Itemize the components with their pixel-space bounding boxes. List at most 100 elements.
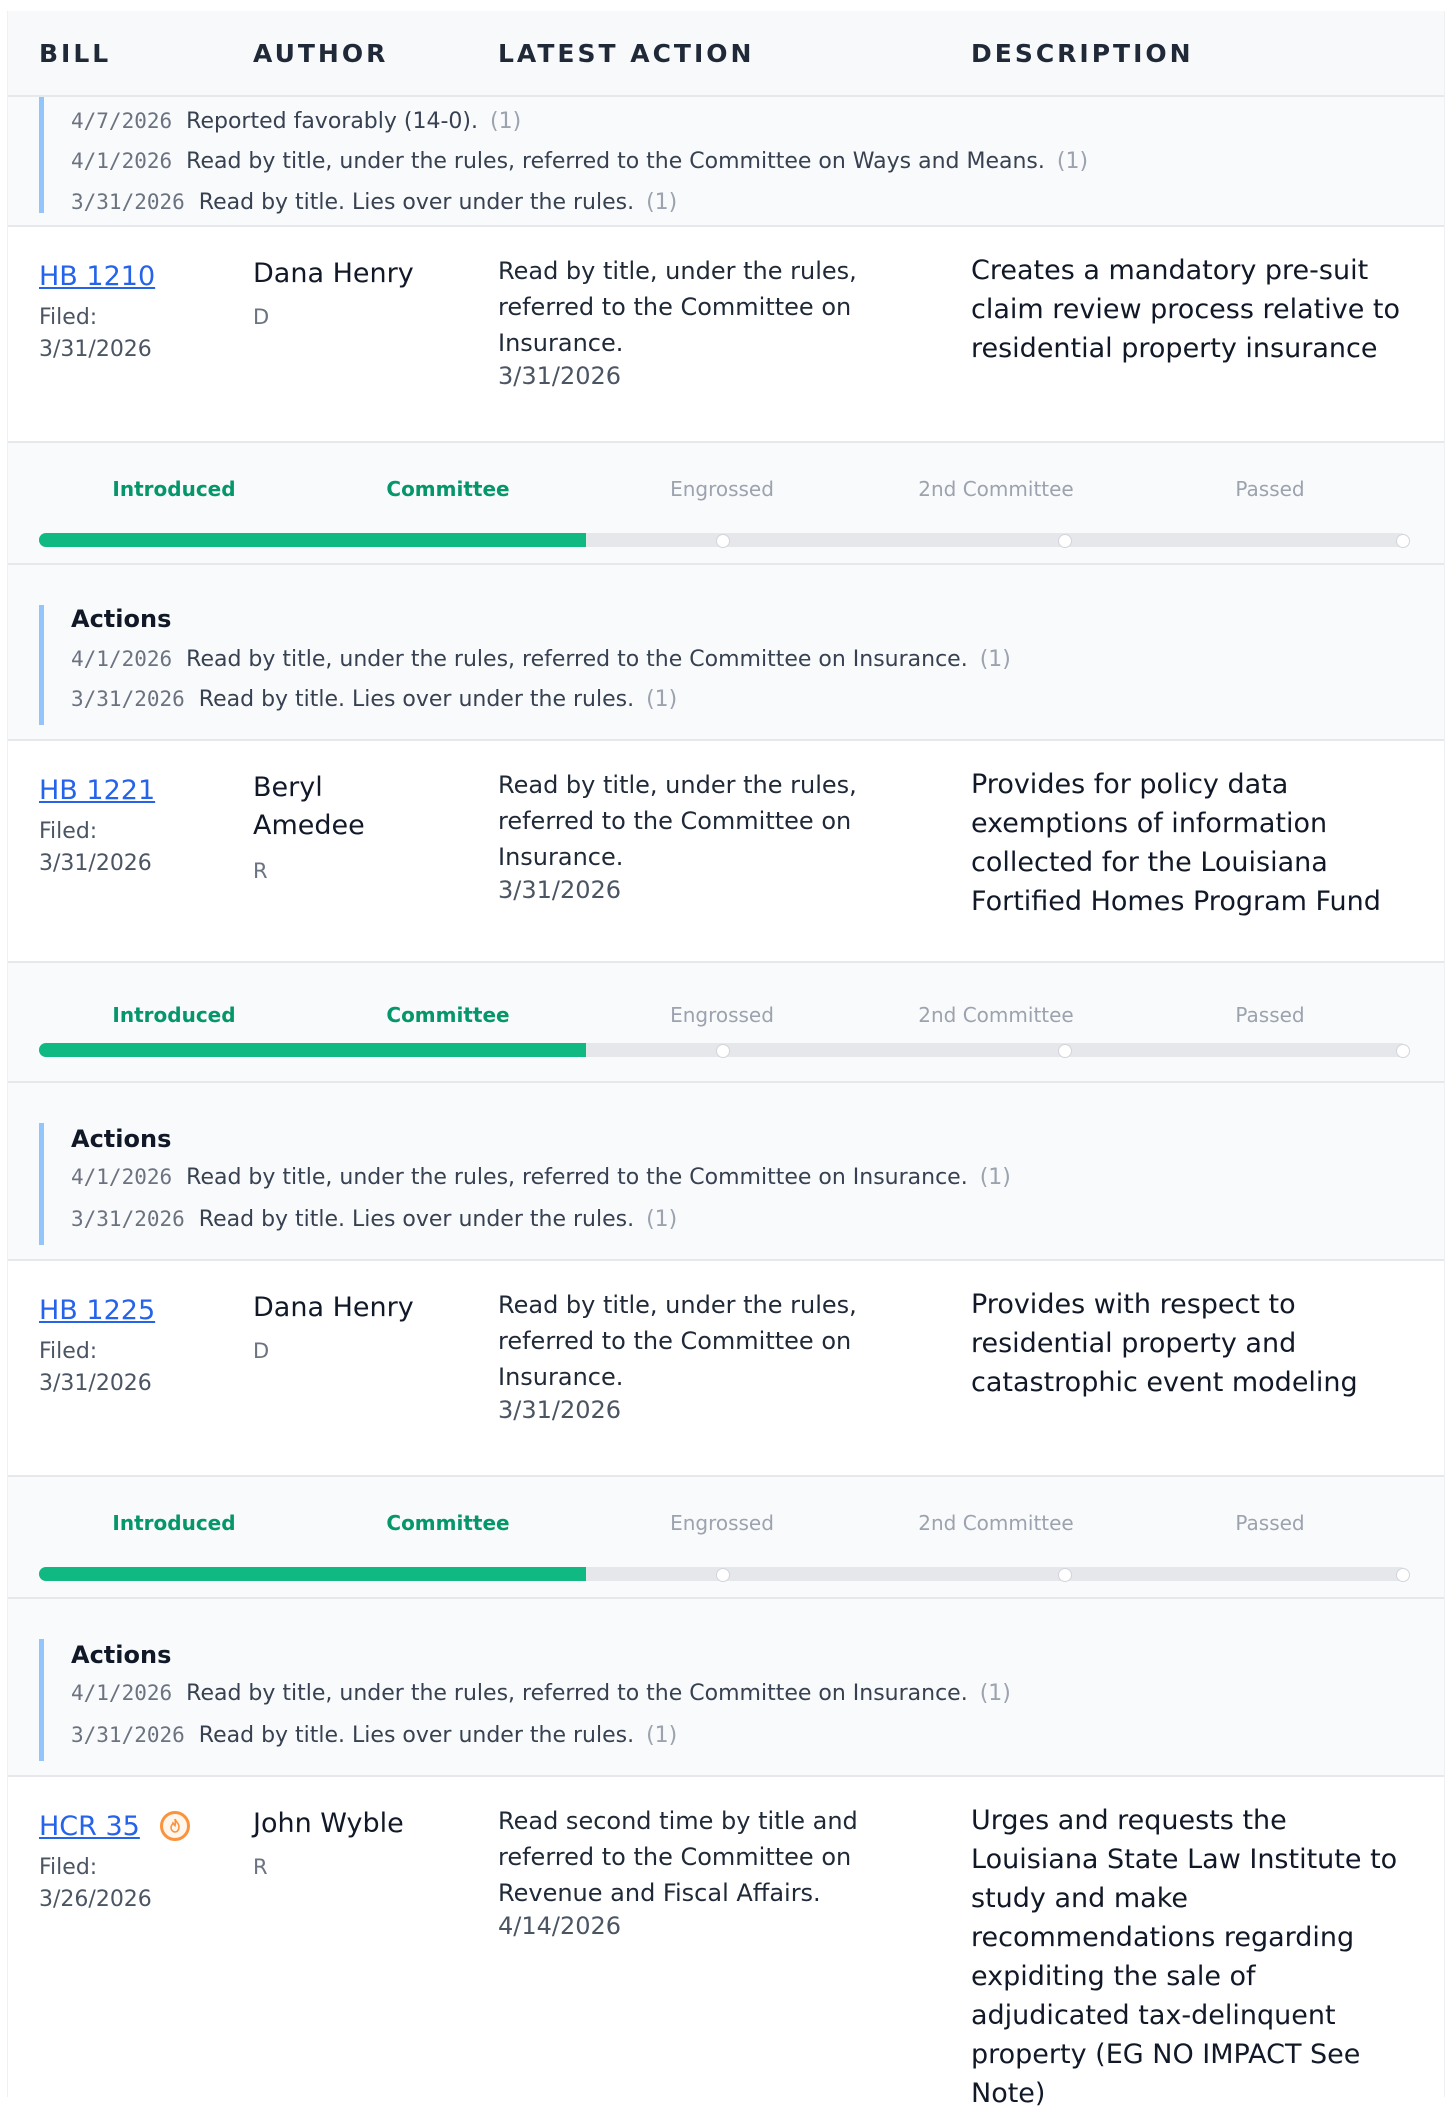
action-count[interactable]: (1) xyxy=(980,1165,1011,1190)
action-date: 3/31/2026 xyxy=(71,1723,185,1747)
action-item: 4/1/2026 Read by title, under the rules, … xyxy=(71,1681,1011,1706)
action-count[interactable]: (1) xyxy=(646,1723,677,1748)
filed-date: 3/31/2026 xyxy=(39,1371,152,1396)
filed-label: Filed: xyxy=(39,305,98,330)
action-item: 3/31/2026 Read by title. Lies over under … xyxy=(71,687,677,712)
bill-row: HB 1221 Filed: 3/31/2026 Beryl Amedee R … xyxy=(8,741,1444,963)
action-date: 4/1/2026 xyxy=(71,647,173,671)
progress-tracker: Introduced Committee Engrossed 2nd Commi… xyxy=(8,443,1444,565)
actions-panel: Actions 4/1/2026 Read by title, under the… xyxy=(8,1599,1444,1777)
action-text: Read by title, under the rules, referred… xyxy=(186,1165,968,1190)
action-date: 3/31/2026 xyxy=(71,190,185,214)
action-text: Read by title. Lies over under the rules… xyxy=(198,1723,635,1748)
action-text: Read by title, under the rules, referred… xyxy=(186,149,1045,174)
action-item: 3/31/2026 Read by title. Lies over under … xyxy=(71,190,677,215)
progress-fill xyxy=(39,1043,586,1057)
stage-marker xyxy=(1058,534,1072,548)
action-item: 4/7/2026 Reported favorably (14-0). (1) xyxy=(71,109,521,134)
action-text: Read by title. Lies over under the rules… xyxy=(198,190,635,215)
action-count[interactable]: (1) xyxy=(646,687,677,712)
filed-date: 3/31/2026 xyxy=(39,851,152,876)
party-label: R xyxy=(253,859,268,883)
action-item: 4/1/2026 Read by title, under the rules, … xyxy=(71,647,1011,672)
actions-title: Actions xyxy=(71,605,172,633)
actions-title: Actions xyxy=(71,1641,172,1669)
action-date: 4/1/2026 xyxy=(71,149,173,173)
flame-icon[interactable] xyxy=(160,1811,190,1841)
action-date: 4/1/2026 xyxy=(71,1681,173,1705)
stage-passed: Passed xyxy=(1235,1511,1305,1535)
stage-2nd-committee: 2nd Committee xyxy=(918,1511,1074,1535)
latest-action-date: 3/31/2026 xyxy=(498,362,622,390)
action-item: 4/1/2026 Read by title, under the rules, … xyxy=(71,149,1088,174)
action-text: Read by title, under the rules, referred… xyxy=(186,1681,968,1706)
bill-description: Provides with respect to residential pro… xyxy=(971,1289,1358,1398)
actions-panel: Actions 4/1/2026 Read by title, under the… xyxy=(8,1083,1444,1261)
actions-panel: Actions 4/1/2026 Read by title, under the… xyxy=(8,565,1444,741)
author-name: Dana Henry xyxy=(253,1292,414,1323)
progress-bar xyxy=(39,1567,1410,1582)
action-count[interactable]: (1) xyxy=(490,109,521,134)
action-count[interactable]: (1) xyxy=(646,190,677,215)
stage-committee: Committee xyxy=(386,1003,510,1027)
action-item: 3/31/2026 Read by title. Lies over under … xyxy=(71,1207,677,1232)
bill-row: HB 1225 Filed: 3/31/2026 Dana Henry D Re… xyxy=(8,1261,1444,1477)
action-text: Read by title. Lies over under the rules… xyxy=(198,1207,635,1232)
progress-bar xyxy=(39,1043,1410,1058)
latest-action-date: 3/31/2026 xyxy=(498,1396,622,1424)
bill-link[interactable]: HB 1221 xyxy=(39,775,155,806)
action-count[interactable]: (1) xyxy=(980,647,1011,672)
bill-description: Creates a mandatory pre-suit claim revie… xyxy=(971,255,1401,364)
actions-list: Actions 4/1/2026 Read by title, under the… xyxy=(39,1639,1011,1761)
action-item: 3/31/2026 Read by title. Lies over under … xyxy=(71,1723,677,1748)
bill-link[interactable]: HB 1225 xyxy=(39,1295,155,1326)
stage-introduced: Introduced xyxy=(112,1003,236,1027)
header-latest-action[interactable]: LATEST ACTION xyxy=(498,39,754,68)
table-header: BILL AUTHOR LATEST ACTION DESCRIPTION xyxy=(8,11,1444,97)
stage-engrossed: Engrossed xyxy=(670,1003,774,1027)
latest-action-date: 4/14/2026 xyxy=(498,1912,622,1940)
latest-action-date: 3/31/2026 xyxy=(498,876,622,904)
filed-label: Filed: xyxy=(39,1339,98,1364)
stage-marker xyxy=(716,1568,730,1582)
progress-bar xyxy=(39,533,1410,548)
header-author[interactable]: AUTHOR xyxy=(253,39,388,68)
actions-list: Actions 4/1/2026 Read by title, under the… xyxy=(39,1123,1011,1245)
bill-link[interactable]: HCR 35 xyxy=(39,1811,140,1842)
filed-label: Filed: xyxy=(39,1855,98,1880)
bill-description: Provides for policy data exemptions of i… xyxy=(971,769,1381,917)
actions-panel: 4/7/2026 Reported favorably (14-0). (1) 4/… xyxy=(8,97,1444,227)
action-count[interactable]: (1) xyxy=(646,1207,677,1232)
latest-action-text: Read by title, under the rules, referred… xyxy=(498,771,857,871)
stage-marker xyxy=(1396,1568,1410,1582)
progress-fill xyxy=(39,1567,586,1581)
stage-engrossed: Engrossed xyxy=(670,1511,774,1535)
progress-tracker: Introduced Committee Engrossed 2nd Commi… xyxy=(8,1477,1444,1599)
action-count[interactable]: (1) xyxy=(1057,149,1088,174)
filed-date: 3/31/2026 xyxy=(39,337,152,362)
stage-2nd-committee: 2nd Committee xyxy=(918,1003,1074,1027)
stage-marker xyxy=(1396,534,1410,548)
actions-list: Actions 4/1/2026 Read by title, under the… xyxy=(39,605,1011,725)
bill-row: HCR 35 Filed: 3/26/2026 John Wyble R Rea… xyxy=(8,1777,1444,2109)
filed-label: Filed: xyxy=(39,819,98,844)
action-date: 4/7/2026 xyxy=(71,109,173,133)
action-count[interactable]: (1) xyxy=(980,1681,1011,1706)
author-name: Dana Henry xyxy=(253,258,414,289)
actions-list: 4/7/2026 Reported favorably (14-0). (1) 4/… xyxy=(39,97,1088,215)
filed-date: 3/26/2026 xyxy=(39,1887,152,1912)
progress-tracker: Introduced Committee Engrossed 2nd Commi… xyxy=(8,963,1444,1083)
stage-introduced: Introduced xyxy=(112,1511,236,1535)
stage-marker xyxy=(1058,1044,1072,1058)
header-bill[interactable]: BILL xyxy=(39,39,111,68)
bill-row: HB 1210 Filed: 3/31/2026 Dana Henry D Re… xyxy=(8,227,1444,443)
action-date: 3/31/2026 xyxy=(71,687,185,711)
latest-action-text: Read by title, under the rules, referred… xyxy=(498,1291,857,1391)
stage-2nd-committee: 2nd Committee xyxy=(918,477,1074,501)
latest-action-text: Read by title, under the rules, referred… xyxy=(498,257,857,357)
stage-committee: Committee xyxy=(386,1511,510,1535)
bill-description: Urges and requests the Louisiana State L… xyxy=(971,1805,1398,2109)
author-name: Beryl Amedee xyxy=(253,772,365,841)
header-description[interactable]: DESCRIPTION xyxy=(971,39,1194,68)
bill-link[interactable]: HB 1210 xyxy=(39,261,155,292)
